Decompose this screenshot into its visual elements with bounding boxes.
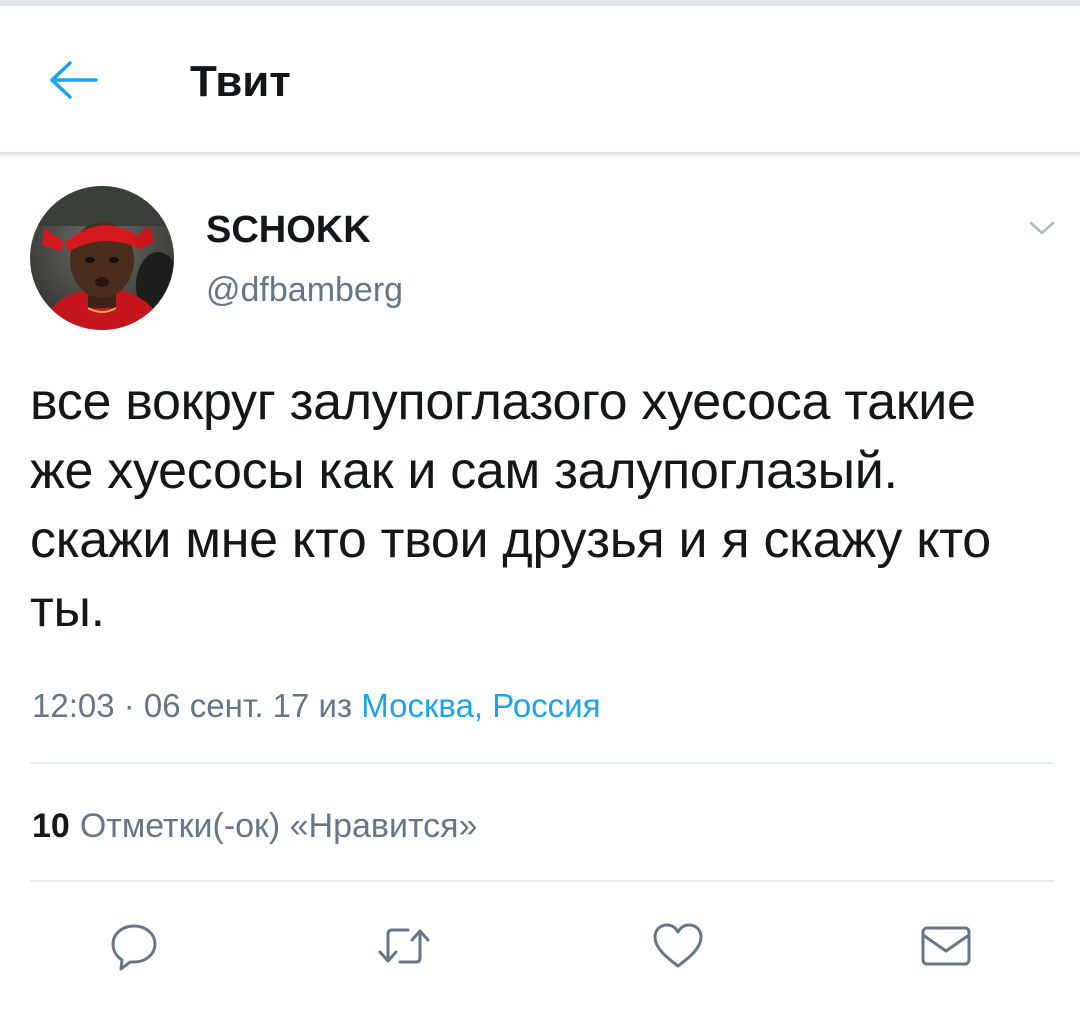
envelope-icon xyxy=(921,926,971,966)
back-button[interactable] xyxy=(40,52,104,108)
tweet-menu-button[interactable] xyxy=(1022,208,1062,248)
tweet-meta: 12:03 · 06 сент. 17 из Москва, Россия xyxy=(32,686,600,726)
tweet-text: все вокруг залупоглазого хуесоса такие ж… xyxy=(30,373,991,638)
user-avatar[interactable] xyxy=(30,186,174,330)
arrow-left-icon xyxy=(50,61,98,99)
author-name[interactable]: SCHOKK xyxy=(206,208,371,252)
likes-count: 10 xyxy=(32,807,70,845)
reply-icon xyxy=(111,924,157,971)
direct-message-button[interactable] xyxy=(916,916,976,976)
page-title: Твит xyxy=(190,57,291,106)
tweet-timestamp: 12:03 · 06 сент. 17 из xyxy=(32,687,353,724)
likes-row[interactable]: 10 Отметки(-ок) «Нравится» xyxy=(32,806,478,846)
divider xyxy=(30,762,1054,764)
heart-icon xyxy=(653,923,703,968)
retweet-button[interactable] xyxy=(374,916,434,976)
author-handle[interactable]: @dfbamberg xyxy=(206,270,403,310)
divider xyxy=(30,880,1054,882)
chevron-down-icon xyxy=(1029,221,1055,235)
bottom-strip xyxy=(0,1010,1080,1032)
app-header: Твит xyxy=(0,6,1080,154)
retweet-icon xyxy=(378,928,430,964)
like-button[interactable] xyxy=(648,916,708,976)
tweet-location-link[interactable]: Москва, Россия xyxy=(361,687,600,724)
reply-button[interactable] xyxy=(104,916,164,976)
likes-label: Отметки(-ок) «Нравится» xyxy=(79,807,478,845)
